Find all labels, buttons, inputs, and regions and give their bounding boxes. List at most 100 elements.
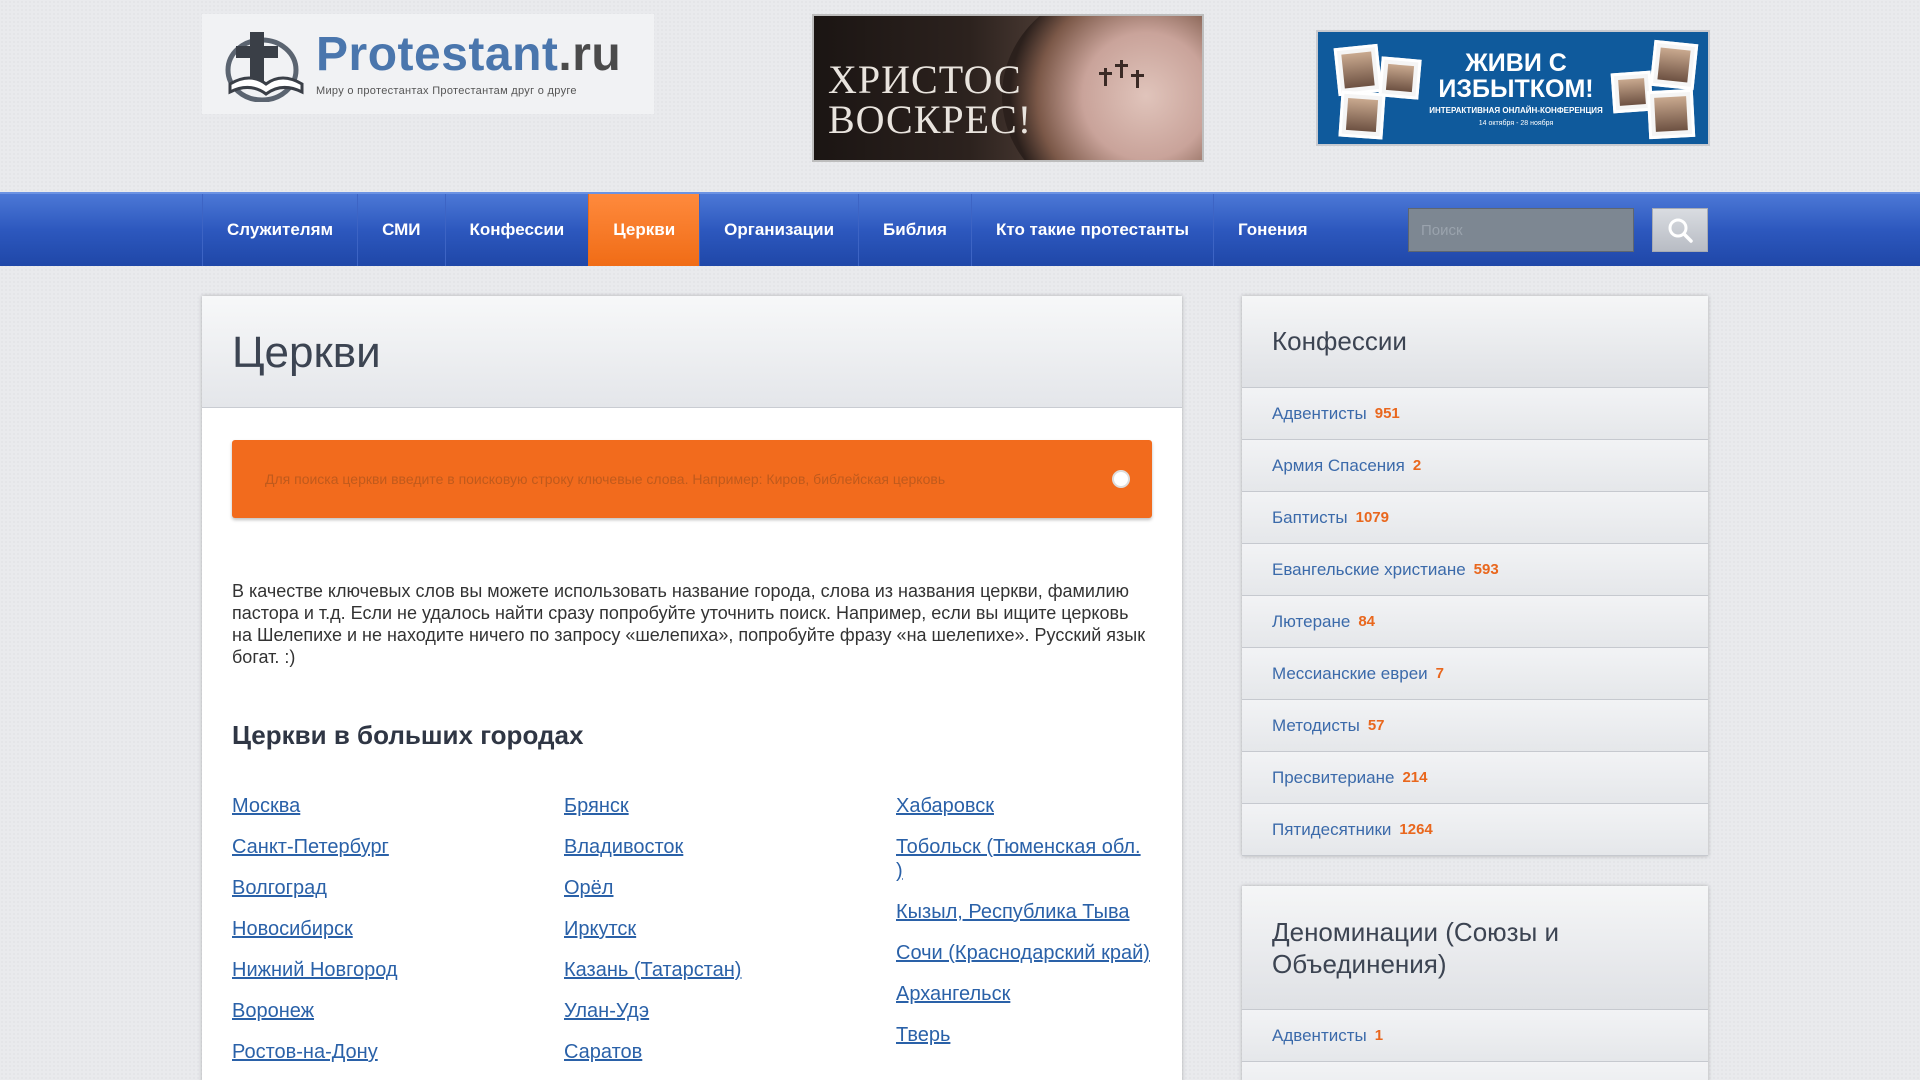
city-link[interactable]: Новосибирск bbox=[232, 917, 502, 941]
confessions-title: Конфессии bbox=[1242, 296, 1708, 388]
denomination-item[interactable]: Адвентисты 1 bbox=[1242, 1010, 1708, 1062]
confession-count: 2 bbox=[1412, 457, 1422, 474]
denominations-title: Деноминации (Союзы и Объединения) bbox=[1242, 886, 1708, 1010]
confessions-widget: Конфессии Адвентисты 951 Армия Спасения 2 … bbox=[1242, 296, 1708, 856]
confession-count: 951 bbox=[1374, 405, 1400, 422]
cities-column-1: Москва Санкт-Петербург Волгоград Новосиб… bbox=[232, 794, 502, 1080]
city-link[interactable]: Казань (Татарстан) bbox=[564, 958, 834, 982]
confession-item[interactable]: Баптисты 1079 bbox=[1242, 492, 1708, 544]
church-search-box bbox=[232, 440, 1152, 518]
page-title: Церкви bbox=[232, 328, 381, 377]
confession-count: 7 bbox=[1435, 665, 1444, 682]
search-submit-icon[interactable] bbox=[1112, 470, 1130, 488]
confession-name[interactable]: Пятидесятники bbox=[1272, 820, 1391, 840]
confession-name[interactable]: Мессианские евреи bbox=[1272, 664, 1428, 684]
banner2-subtitle: ИНТЕРАКТИВНАЯ ОНЛАЙН-КОНФЕРЕНЦИЯ bbox=[1429, 106, 1603, 115]
city-link[interactable]: Орёл bbox=[564, 876, 834, 900]
confession-item[interactable]: Методисты 57 bbox=[1242, 700, 1708, 752]
banner-cross-icon bbox=[1099, 68, 1112, 86]
nav-item-confessions[interactable]: Конфессии bbox=[444, 194, 589, 266]
nav-item-who-are-protestants[interactable]: Кто такие протестанты bbox=[970, 194, 1213, 266]
logo-text: Protestant.ru Миру о протестантах Протес… bbox=[316, 31, 621, 98]
city-link[interactable]: Санкт-Петербург bbox=[232, 835, 502, 859]
confession-name[interactable]: Армия Спасения bbox=[1272, 456, 1405, 476]
nav-item-ministers[interactable]: Служителям bbox=[202, 194, 357, 266]
city-link[interactable]: Волгоград bbox=[232, 876, 502, 900]
search-description: В качестве ключевых слов вы можете испол… bbox=[232, 581, 1146, 667]
confession-count: 1264 bbox=[1399, 821, 1433, 838]
city-link[interactable]: Саратов bbox=[564, 1040, 834, 1064]
city-link[interactable]: Москва bbox=[232, 794, 502, 818]
banner2-title-line1: ЖИВИ С bbox=[1465, 49, 1567, 77]
confession-item[interactable]: Лютеране 84 bbox=[1242, 596, 1708, 648]
search-icon bbox=[1668, 218, 1693, 243]
confession-item[interactable]: Пятидесятники 1264 bbox=[1242, 804, 1708, 856]
city-link[interactable]: Брянск bbox=[564, 794, 834, 818]
nav-item-bible[interactable]: Библия bbox=[858, 194, 971, 266]
city-link[interactable]: Нижний Новгород bbox=[232, 958, 502, 982]
main-header: Церкви bbox=[202, 296, 1182, 408]
site-header: Protestant.ru Миру о протестантах Протес… bbox=[0, 0, 1920, 192]
easter-banner[interactable]: ХРИСТОС ВОСКРЕС! bbox=[812, 14, 1204, 162]
banner-photo bbox=[1333, 43, 1383, 97]
confession-name[interactable]: Адвентисты bbox=[1272, 404, 1367, 424]
confession-name[interactable]: Лютеране bbox=[1272, 612, 1350, 632]
logo-title-suffix: .ru bbox=[558, 28, 622, 81]
main-nav: Служителям СМИ Конфессии Церкви Организа… bbox=[0, 192, 1920, 266]
confession-name[interactable]: Пресвитериане bbox=[1272, 768, 1394, 788]
city-link[interactable]: Кызыл, Республика Тыва bbox=[896, 900, 1152, 924]
confession-item[interactable]: Пресвитериане 214 bbox=[1242, 752, 1708, 804]
church-search-input[interactable] bbox=[232, 440, 1152, 518]
confession-name[interactable]: Евангельские христиане bbox=[1272, 560, 1466, 580]
nav-item-organizations[interactable]: Организации bbox=[699, 194, 858, 266]
banner2-title-line2: ИЗБЫТКОМ! bbox=[1438, 75, 1594, 103]
confession-count: 57 bbox=[1367, 717, 1385, 734]
confession-count: 1079 bbox=[1355, 509, 1389, 526]
city-link[interactable]: Архангельск bbox=[896, 982, 1152, 1006]
confession-name[interactable]: Баптисты bbox=[1272, 508, 1348, 528]
banner-text: ХРИСТОС ВОСКРЕС! bbox=[828, 60, 1032, 140]
cross-book-icon bbox=[220, 26, 308, 103]
logo-title-main: Protestant bbox=[316, 28, 559, 81]
nav-item-media[interactable]: СМИ bbox=[357, 194, 444, 266]
city-link[interactable]: Тобольск (Тюменская обл. ) bbox=[896, 835, 1152, 883]
city-link[interactable]: Хабаровск bbox=[896, 794, 1152, 818]
city-link[interactable]: Сочи (Краснодарский край) bbox=[896, 941, 1152, 965]
confession-item[interactable]: Армия Спасения 2 bbox=[1242, 440, 1708, 492]
banner2-date: 14 октября - 28 ноября bbox=[1478, 120, 1554, 127]
confession-item[interactable]: Евангельские христиане 593 bbox=[1242, 544, 1708, 596]
confession-name[interactable]: Методисты bbox=[1272, 716, 1360, 736]
city-link[interactable]: Воронеж bbox=[232, 999, 502, 1023]
banner2-title: ЖИВИ С ИЗБЫТКОМ! bbox=[1436, 50, 1596, 102]
nav-item-churches[interactable]: Церкви bbox=[588, 194, 700, 266]
city-link[interactable]: Ростов-на-Дону bbox=[232, 1040, 502, 1064]
conference-banner[interactable]: ЖИВИ С ИЗБЫТКОМ! ИНТЕРАКТИВНАЯ ОНЛАЙН-КО… bbox=[1316, 30, 1710, 146]
denomination-item-next[interactable] bbox=[1242, 1062, 1708, 1080]
search-input[interactable] bbox=[1408, 208, 1634, 252]
banner-text-line1: ХРИСТОС bbox=[828, 57, 1022, 102]
banner-cave-image bbox=[1002, 16, 1202, 160]
confession-item[interactable]: Мессианские евреи 7 bbox=[1242, 648, 1708, 700]
nav-menu: Служителям СМИ Конфессии Церкви Организа… bbox=[202, 194, 1332, 266]
denominations-widget: Деноминации (Союзы и Объединения) Адвент… bbox=[1242, 886, 1708, 1080]
city-link[interactable]: Иркутск bbox=[564, 917, 834, 941]
banner-cross-icon bbox=[1131, 70, 1144, 88]
logo-tagline: Миру о протестантах Протестантам друг о … bbox=[316, 85, 577, 97]
city-link[interactable]: Тверь bbox=[896, 1023, 1152, 1047]
confession-count: 84 bbox=[1358, 613, 1376, 630]
confession-item[interactable]: Адвентисты 951 bbox=[1242, 388, 1708, 440]
cities-heading: Церкви в больших городах bbox=[232, 720, 584, 750]
search-button[interactable] bbox=[1652, 208, 1708, 252]
logo-title: Protestant.ru bbox=[316, 31, 621, 79]
banner-photo bbox=[1646, 88, 1696, 140]
city-link[interactable]: Владивосток bbox=[564, 835, 834, 859]
cities-column-2: Брянск Владивосток Орёл Иркутск Казань (… bbox=[564, 794, 834, 1080]
denomination-count: 1 bbox=[1374, 1027, 1384, 1044]
denomination-name[interactable]: Адвентисты bbox=[1272, 1026, 1367, 1046]
nav-item-persecution[interactable]: Гонения bbox=[1213, 194, 1332, 266]
confession-count: 214 bbox=[1402, 769, 1428, 786]
banner-text-line2: ВОСКРЕС! bbox=[828, 97, 1033, 142]
confession-count: 593 bbox=[1473, 561, 1499, 578]
city-link[interactable]: Улан-Удэ bbox=[564, 999, 834, 1023]
site-logo[interactable]: Protestant.ru Миру о протестантах Протес… bbox=[202, 14, 654, 114]
